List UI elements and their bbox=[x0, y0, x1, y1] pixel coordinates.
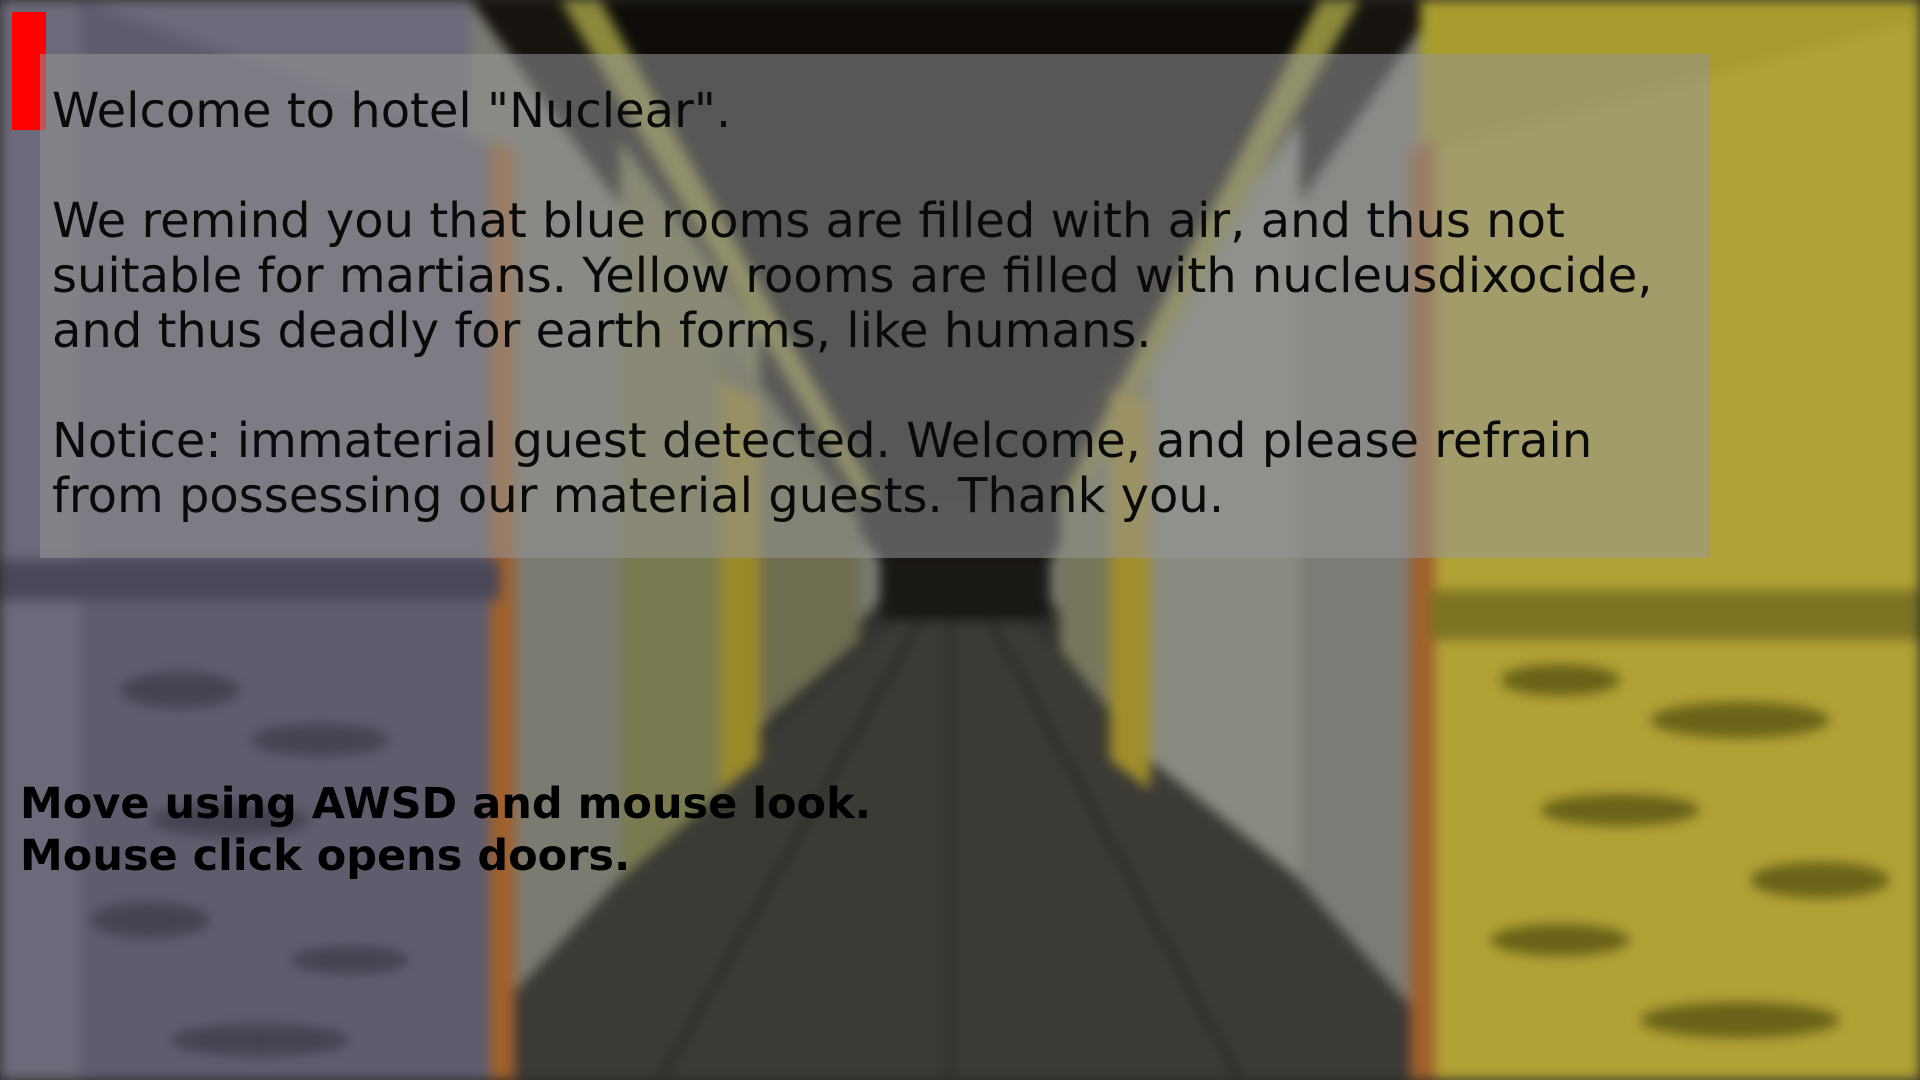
hotel-message-panel: Welcome to hotel "Nuclear". We remind yo… bbox=[40, 54, 1710, 558]
controls-hint: Move using AWSD and mouse look. Mouse cl… bbox=[20, 779, 872, 881]
notice-text: Notice: immaterial guest detected. Welco… bbox=[52, 413, 1593, 524]
reminder-text: We remind you that blue rooms are filled… bbox=[52, 193, 1653, 359]
welcome-text: Welcome to hotel "Nuclear". bbox=[52, 83, 732, 139]
